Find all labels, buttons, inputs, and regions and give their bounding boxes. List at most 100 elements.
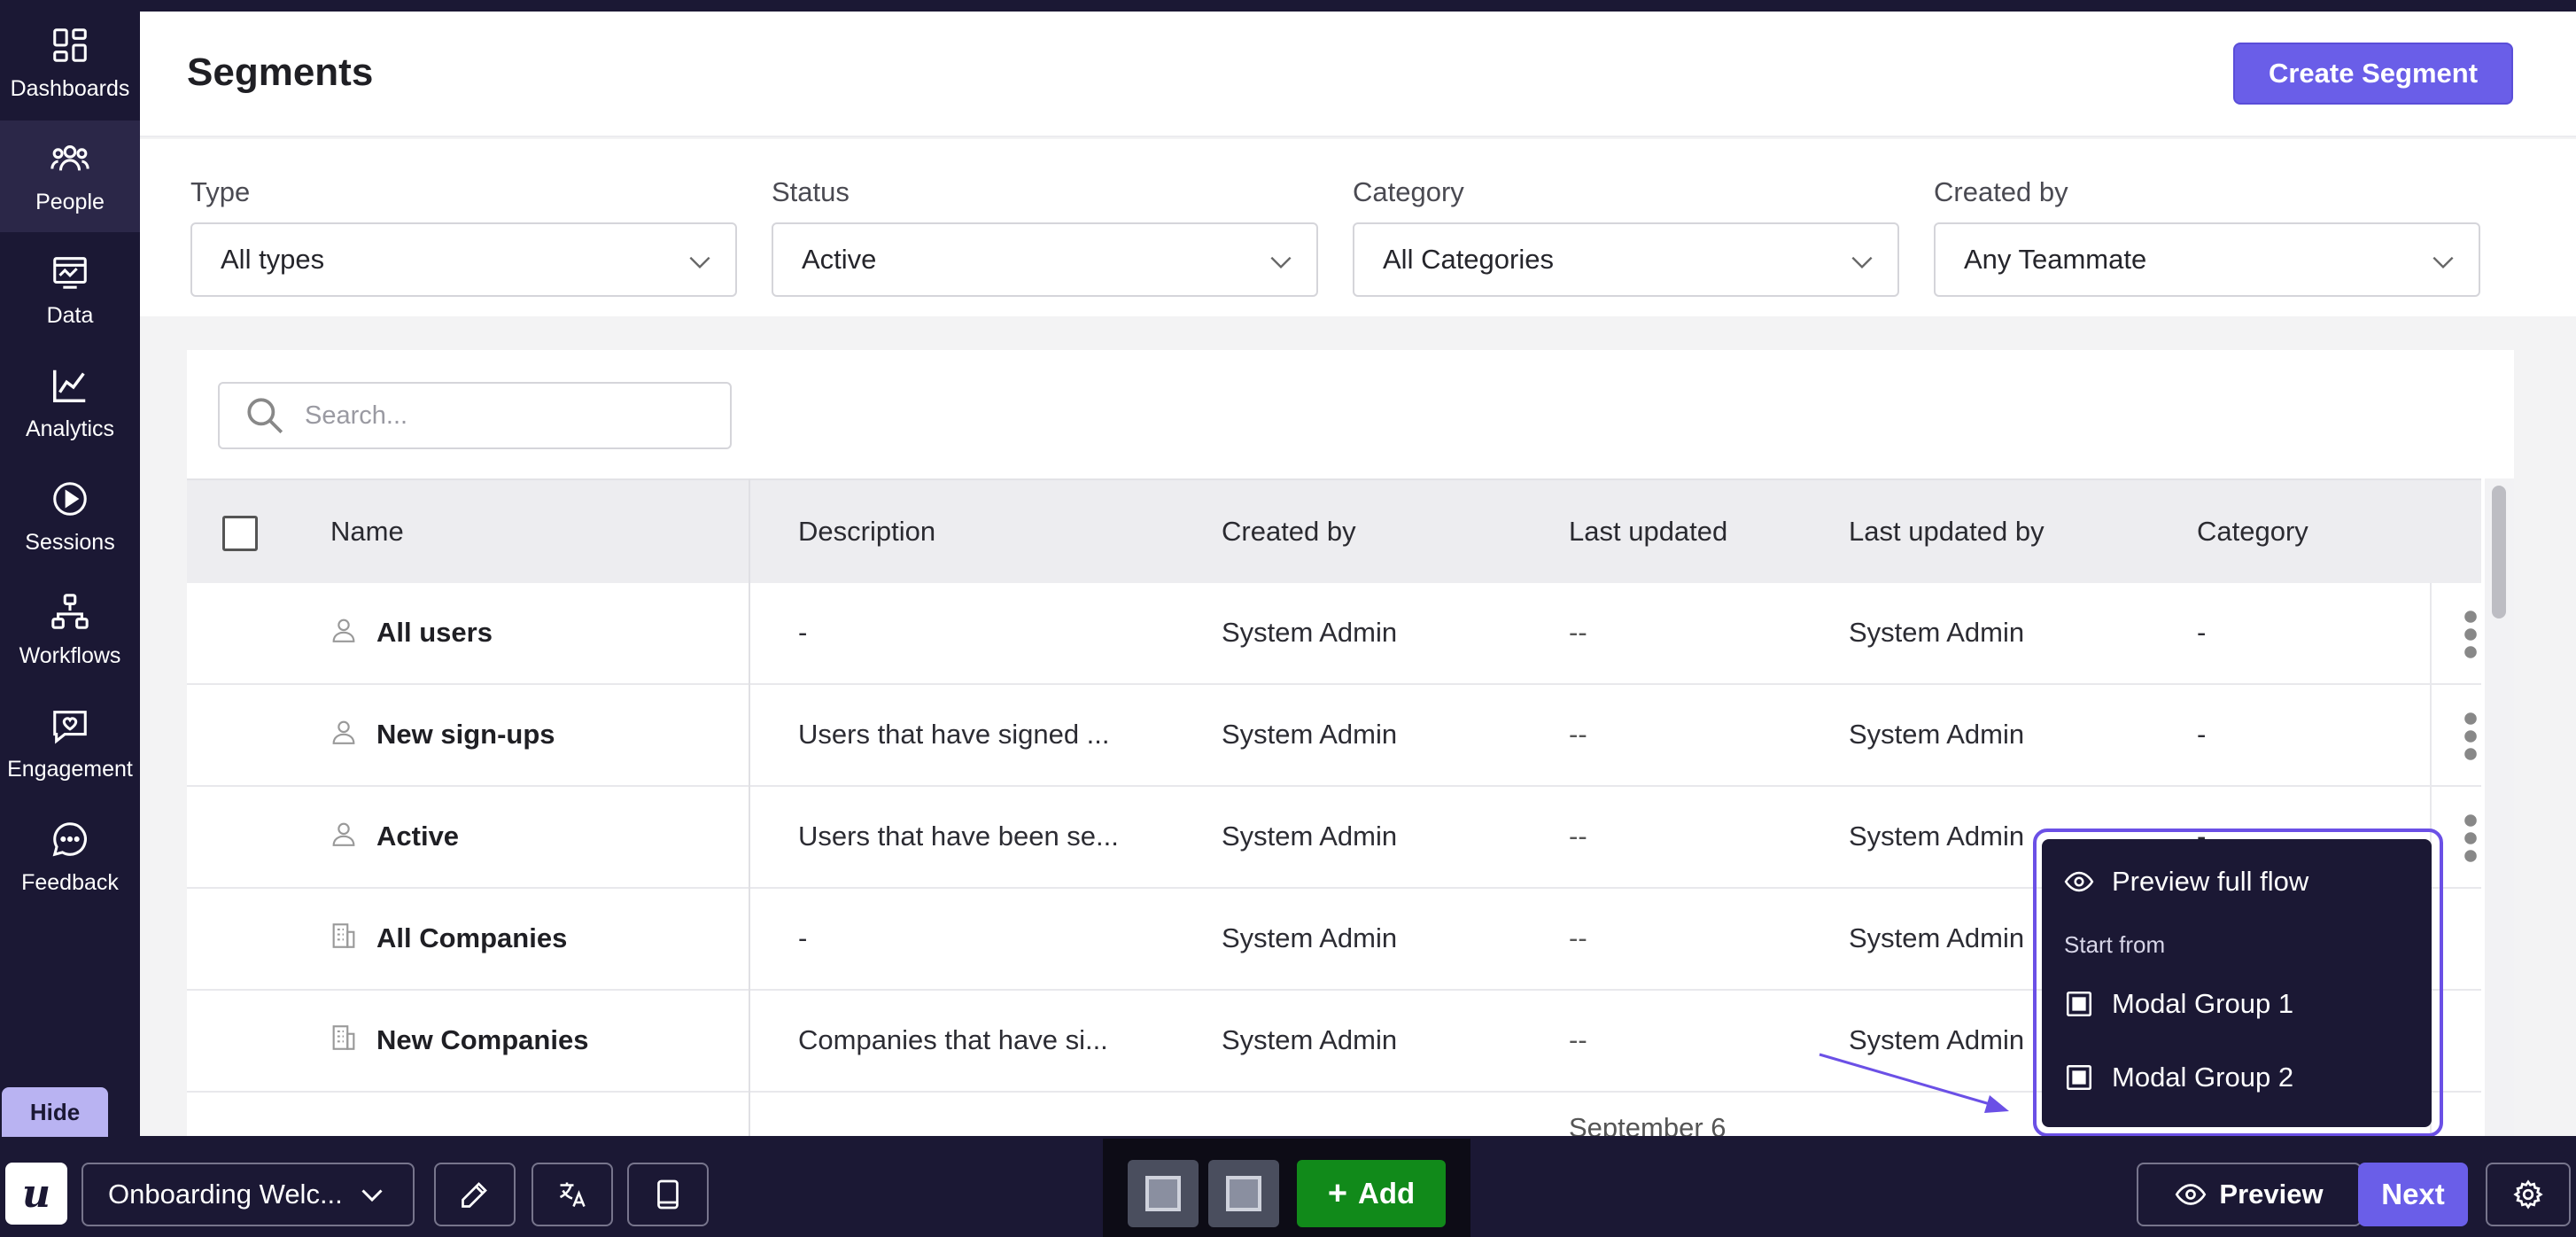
segment-last-updated-by: System Admin — [1849, 617, 2025, 648]
segment-created-by: System Admin — [1222, 719, 1398, 750]
nav-item-analytics[interactable]: Analytics — [0, 347, 140, 459]
nav-item-data[interactable]: Data — [0, 234, 140, 346]
segment-last-updated: -- — [1569, 922, 1587, 953]
nav-item-sessions[interactable]: Sessions — [0, 461, 140, 572]
segment-name[interactable]: All users — [376, 617, 493, 649]
translate-button[interactable] — [531, 1163, 613, 1226]
user-icon — [332, 822, 355, 846]
app-logo[interactable]: u — [5, 1163, 67, 1225]
column-header-name[interactable]: Name — [330, 516, 404, 548]
sidebar: Dashboards People Data Analytics Session… — [0, 0, 140, 1136]
table-header: Name Description Created by Last updated… — [187, 478, 2481, 583]
nav-item-dashboards[interactable]: Dashboards — [0, 7, 140, 119]
gear-icon — [2513, 1179, 2543, 1210]
add-label: Add — [1358, 1177, 1416, 1210]
filter-status: Status Active — [772, 176, 1318, 297]
select-value: All Categories — [1383, 244, 1554, 275]
table-row[interactable]: New sign-ups Users that have signed ... … — [187, 685, 2481, 787]
segment-category: - — [2197, 719, 2207, 750]
plus-icon: + — [1327, 1174, 1348, 1212]
menu-item-label: Modal Group 2 — [2112, 1062, 2294, 1093]
table-row[interactable]: All users - System Admin -- System Admin… — [187, 583, 2481, 685]
flow-select[interactable]: Onboarding Welc... — [81, 1163, 415, 1226]
column-header-category[interactable]: Category — [2197, 516, 2308, 548]
segment-last-updated: September 6 — [1569, 1112, 1726, 1136]
settings-button[interactable] — [2486, 1163, 2571, 1226]
created-by-select[interactable]: Any Teammate — [1934, 222, 2480, 297]
select-value: Active — [802, 244, 877, 275]
modal-group-2-item[interactable]: Modal Group 2 — [2064, 1062, 2293, 1093]
segment-name[interactable]: New sign-ups — [376, 719, 555, 751]
data-icon — [53, 256, 87, 289]
segment-name[interactable]: New Companies — [376, 1024, 588, 1056]
column-divider — [749, 478, 750, 1136]
segment-description: - — [798, 922, 808, 953]
sessions-icon — [53, 481, 87, 516]
column-header-description[interactable]: Description — [798, 516, 935, 548]
flow-name: Onboarding Welc... — [108, 1179, 343, 1210]
eye-icon — [2176, 1184, 2207, 1205]
hide-button[interactable]: Hide — [2, 1087, 108, 1137]
segment-created-by: System Admin — [1222, 922, 1398, 953]
segment-created-by: System Admin — [1222, 617, 1398, 648]
segment-description: Users that have signed ... — [798, 719, 1110, 750]
filter-category: Category All Categories — [1353, 176, 1899, 297]
segment-created-by: System Admin — [1222, 821, 1398, 852]
filters-bar: Type All types Status Active Category Al… — [140, 139, 2576, 316]
device-preview-button[interactable] — [627, 1163, 709, 1226]
column-header-last-updated[interactable]: Last updated — [1569, 516, 1727, 548]
select-all-checkbox[interactable] — [222, 516, 258, 551]
building-icon — [332, 1025, 355, 1050]
modal-icon — [2066, 1064, 2092, 1091]
next-button[interactable]: Next — [2358, 1163, 2468, 1226]
modal-group-1-item[interactable]: Modal Group 1 — [2064, 988, 2293, 1020]
search-input[interactable] — [305, 401, 694, 431]
pencil-icon — [462, 1182, 487, 1208]
table-scrollbar[interactable] — [2485, 478, 2514, 1136]
filter-created-by: Created by Any Teammate — [1934, 176, 2480, 297]
nav-item-workflows[interactable]: Workflows — [0, 574, 140, 686]
step-2-button[interactable] — [1208, 1160, 1279, 1227]
preview-label: Preview — [2219, 1179, 2324, 1210]
edit-button[interactable] — [434, 1163, 516, 1226]
preview-button[interactable]: Preview — [2137, 1163, 2362, 1226]
segment-name[interactable]: Active — [376, 821, 459, 852]
more-options-icon[interactable] — [2462, 712, 2479, 761]
nav-label: People — [35, 189, 105, 214]
preview-full-flow-item[interactable]: Preview full flow — [2064, 866, 2308, 898]
segment-description: Users that have been se... — [798, 821, 1119, 852]
more-options-icon[interactable] — [2462, 813, 2479, 863]
nav-label: Analytics — [25, 416, 115, 441]
create-segment-button[interactable]: Create Segment — [2233, 43, 2513, 105]
page-title: Segments — [187, 51, 374, 94]
menu-item-label: Modal Group 1 — [2112, 988, 2294, 1019]
page-header: Segments Create Segment — [140, 12, 2576, 137]
search-box[interactable] — [218, 382, 732, 449]
modal-step-icon — [1145, 1176, 1181, 1211]
nav-item-feedback[interactable]: Feedback — [0, 801, 140, 913]
scrollbar-thumb[interactable] — [2492, 486, 2506, 618]
modal-icon — [2066, 991, 2092, 1017]
category-select[interactable]: All Categories — [1353, 222, 1899, 297]
actions-divider — [2430, 583, 2432, 685]
actions-divider — [2430, 685, 2432, 787]
filter-label: Category — [1353, 176, 1464, 207]
chevron-down-icon — [361, 1189, 383, 1202]
column-header-created-by[interactable]: Created by — [1222, 516, 1356, 548]
add-step-button[interactable]: + Add — [1297, 1160, 1446, 1227]
status-select[interactable]: Active — [772, 222, 1318, 297]
segment-description: Companies that have si... — [798, 1024, 1108, 1055]
engagement-icon — [53, 710, 87, 743]
segment-last-updated: -- — [1569, 821, 1587, 852]
pointer-arrow-icon — [1819, 1053, 2009, 1113]
filter-label: Type — [190, 176, 251, 207]
nav-item-people[interactable]: People — [0, 121, 140, 232]
segment-name[interactable]: All Companies — [376, 922, 567, 954]
nav-item-engagement[interactable]: Engagement — [0, 688, 140, 799]
select-value: Any Teammate — [1964, 244, 2147, 275]
column-header-last-updated-by[interactable]: Last updated by — [1849, 516, 2045, 548]
type-select[interactable]: All types — [190, 222, 737, 297]
workflows-icon — [51, 593, 89, 629]
step-1-button[interactable] — [1128, 1160, 1199, 1227]
more-options-icon[interactable] — [2462, 610, 2479, 659]
